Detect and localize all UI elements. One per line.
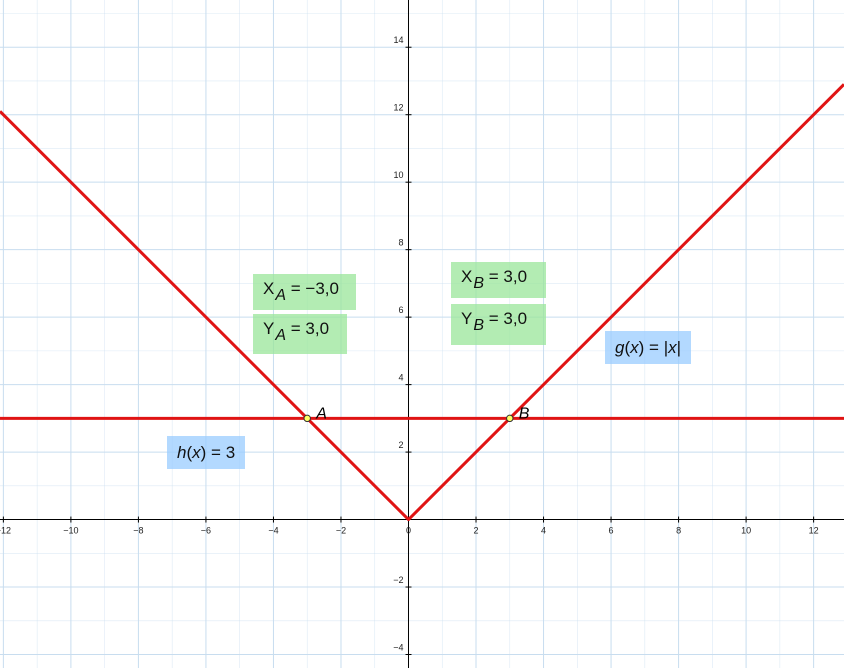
x-tick-label: 0 [406,526,411,536]
point-b [506,414,514,423]
g-equals: = [644,338,664,357]
g-bar-right: | [676,338,682,357]
x-tick-label: −4 [268,526,278,536]
yb-sub: B [473,317,485,334]
g-value: x [668,338,677,357]
y-tick-label: 4 [398,373,403,383]
xa-value: = −3,0 [286,279,339,298]
y-tick-label: 14 [393,35,403,45]
xb-sub: B [473,275,485,292]
point-label-b: B [519,405,530,422]
yb-value: = 3,0 [484,309,528,328]
y-tick-label: 12 [393,103,403,113]
yb-letter: Y [461,309,473,328]
x-tick-label: −10 [63,526,78,536]
x-tick-label: 2 [474,526,479,536]
xa-letter: X [263,279,275,298]
x-tick-label: 6 [609,526,614,536]
y-tick-label: 6 [398,305,403,315]
x-tick-label: −12 [0,526,11,536]
ya-sub: A [275,327,287,344]
h-function-label: h(x) = 3 [167,436,246,469]
x-tick-label: 8 [676,526,681,536]
graph-canvas[interactable]: −12 −10 −8 −6 −4 −2 0 2 4 6 8 10 12 −4 −2 2 4 6 8 10 12 14 A B [0,0,844,668]
minor-grid [0,0,844,668]
point-a [303,414,311,423]
x-tick-label: 4 [541,526,546,536]
y-tick-label: 10 [393,170,403,180]
y-tick-label: 8 [398,238,403,248]
xb-value: = 3,0 [484,267,528,286]
point-label-a: A [315,405,327,422]
series-g-abs [0,83,844,522]
ya-letter: Y [263,319,275,338]
g-arg: x [630,338,639,357]
x-tick-label: −2 [336,526,346,536]
x-tick-label: 10 [741,526,751,536]
ya-value: = 3,0 [286,319,330,338]
g-function-label: g(x) = |x| [605,331,692,364]
xa-sub: A [275,287,287,304]
yb-readout: YB = 3,0 [451,304,546,345]
y-tick-label: −2 [393,575,403,585]
x-tick-label: −6 [201,526,211,536]
y-tick-label: 2 [398,440,403,450]
h-value: 3 [225,443,236,462]
h-arg: x [192,443,201,462]
series-layer [0,83,844,522]
xb-letter: X [461,267,473,286]
x-tick-label: 12 [809,526,819,536]
x-tick-label: −8 [133,526,143,536]
y-tick-label: −4 [393,643,403,653]
xb-readout: XB = 3,0 [451,262,546,298]
tick-marks: −12 −10 −8 −6 −4 −2 0 2 4 6 8 10 12 −4 −2 2 4 6 8 10 12 14 [0,35,819,656]
xa-readout: XA = −3,0 [253,274,356,310]
major-grid [0,0,844,668]
axes [0,0,844,668]
ya-readout: YA = 3,0 [253,314,347,354]
h-equals: = [206,443,226,462]
